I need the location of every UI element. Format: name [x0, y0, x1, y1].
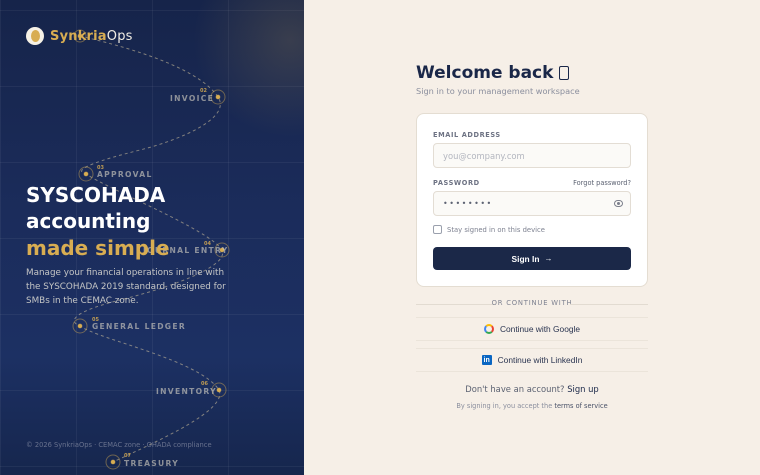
remember-me[interactable]: Stay signed in on this device [433, 225, 545, 234]
hero-heading: SYSCOHADA accounting made simple [26, 182, 170, 262]
login-panel: Welcome back Sign in to your management … [304, 0, 760, 475]
divider-label: OR CONTINUE WITH [491, 299, 573, 307]
hero-line-1: SYSCOHADA [26, 183, 166, 207]
password-label: PASSWORD [433, 179, 480, 187]
brand-panel: 02 INVOICE 03 APPROVAL 04 JOURNAL ENTRY … [0, 0, 304, 475]
password-field[interactable]: •••••••• [433, 191, 631, 216]
page-subtitle: Sign in to your management workspace [416, 86, 580, 96]
login-form: EMAIL ADDRESS you@company.com PASSWORD F… [416, 113, 648, 287]
page-title: Welcome back [416, 63, 554, 83]
footer-note: © 2026 SynkriaOps · CEMAC zone · OHADA c… [26, 441, 212, 449]
signup-row: Don't have an account? Sign up [416, 384, 648, 394]
terms-row: By signing in, you accept the terms of s… [416, 402, 648, 410]
password-value: •••••••• [443, 199, 493, 208]
hero-accent: made simple [26, 236, 170, 260]
step-treasury: TREASURY [124, 459, 180, 468]
step-approval: APPROVAL [97, 170, 153, 179]
node-02-dot [215, 94, 221, 100]
terms-of-service-link[interactable]: terms of service [554, 402, 607, 410]
linkedin-label: Continue with LinkedIn [497, 355, 583, 365]
title-row: Welcome back [416, 63, 570, 83]
google-icon [483, 324, 494, 334]
arrow-right-icon: → [544, 254, 553, 263]
node-06-dot [216, 387, 222, 393]
step-general-ledger: GENERAL LEDGER [92, 322, 186, 331]
remember-label: Stay signed in on this device [447, 225, 545, 234]
brand-name-secondary: Ops [106, 28, 133, 44]
email-field[interactable]: you@company.com [433, 143, 631, 168]
divider-line-right [570, 304, 648, 305]
brand-logo-icon [26, 27, 44, 45]
node-05-dot [77, 323, 83, 329]
google-sign-in-button[interactable]: Continue with Google [416, 317, 648, 341]
google-label: Continue with Google [499, 324, 581, 334]
email-label: EMAIL ADDRESS [433, 131, 501, 139]
email-placeholder: you@company.com [443, 150, 525, 161]
hero-line-2: accounting [26, 209, 151, 233]
sign-in-label: Sign In [511, 253, 540, 264]
node-07-dot [110, 459, 116, 465]
brand-logo[interactable]: SynkriaOps [26, 27, 133, 45]
step-invoice: INVOICE [170, 94, 215, 103]
linkedin-sign-in-button[interactable]: in Continue with LinkedIn [416, 348, 648, 372]
node-03-dot [83, 171, 89, 177]
eye-icon[interactable] [614, 200, 623, 207]
remember-checkbox[interactable] [433, 225, 442, 234]
step-inventory: INVENTORY [156, 387, 217, 396]
forgot-password-link[interactable]: Forgot password? [573, 179, 631, 187]
sign-in-button[interactable]: Sign In → [433, 247, 631, 270]
divider: OR CONTINUE WITH [416, 299, 648, 309]
linkedin-icon: in [481, 355, 492, 365]
brand-name-primary: Synkria [50, 28, 107, 44]
door-icon [559, 66, 570, 80]
signup-prompt: Don't have an account? [465, 384, 565, 394]
brand-name: SynkriaOps [50, 29, 133, 44]
terms-prompt: By signing in, you accept the [456, 402, 553, 410]
sign-up-link[interactable]: Sign up [567, 384, 599, 394]
hero-description: Manage your financial operations in line… [26, 268, 226, 306]
